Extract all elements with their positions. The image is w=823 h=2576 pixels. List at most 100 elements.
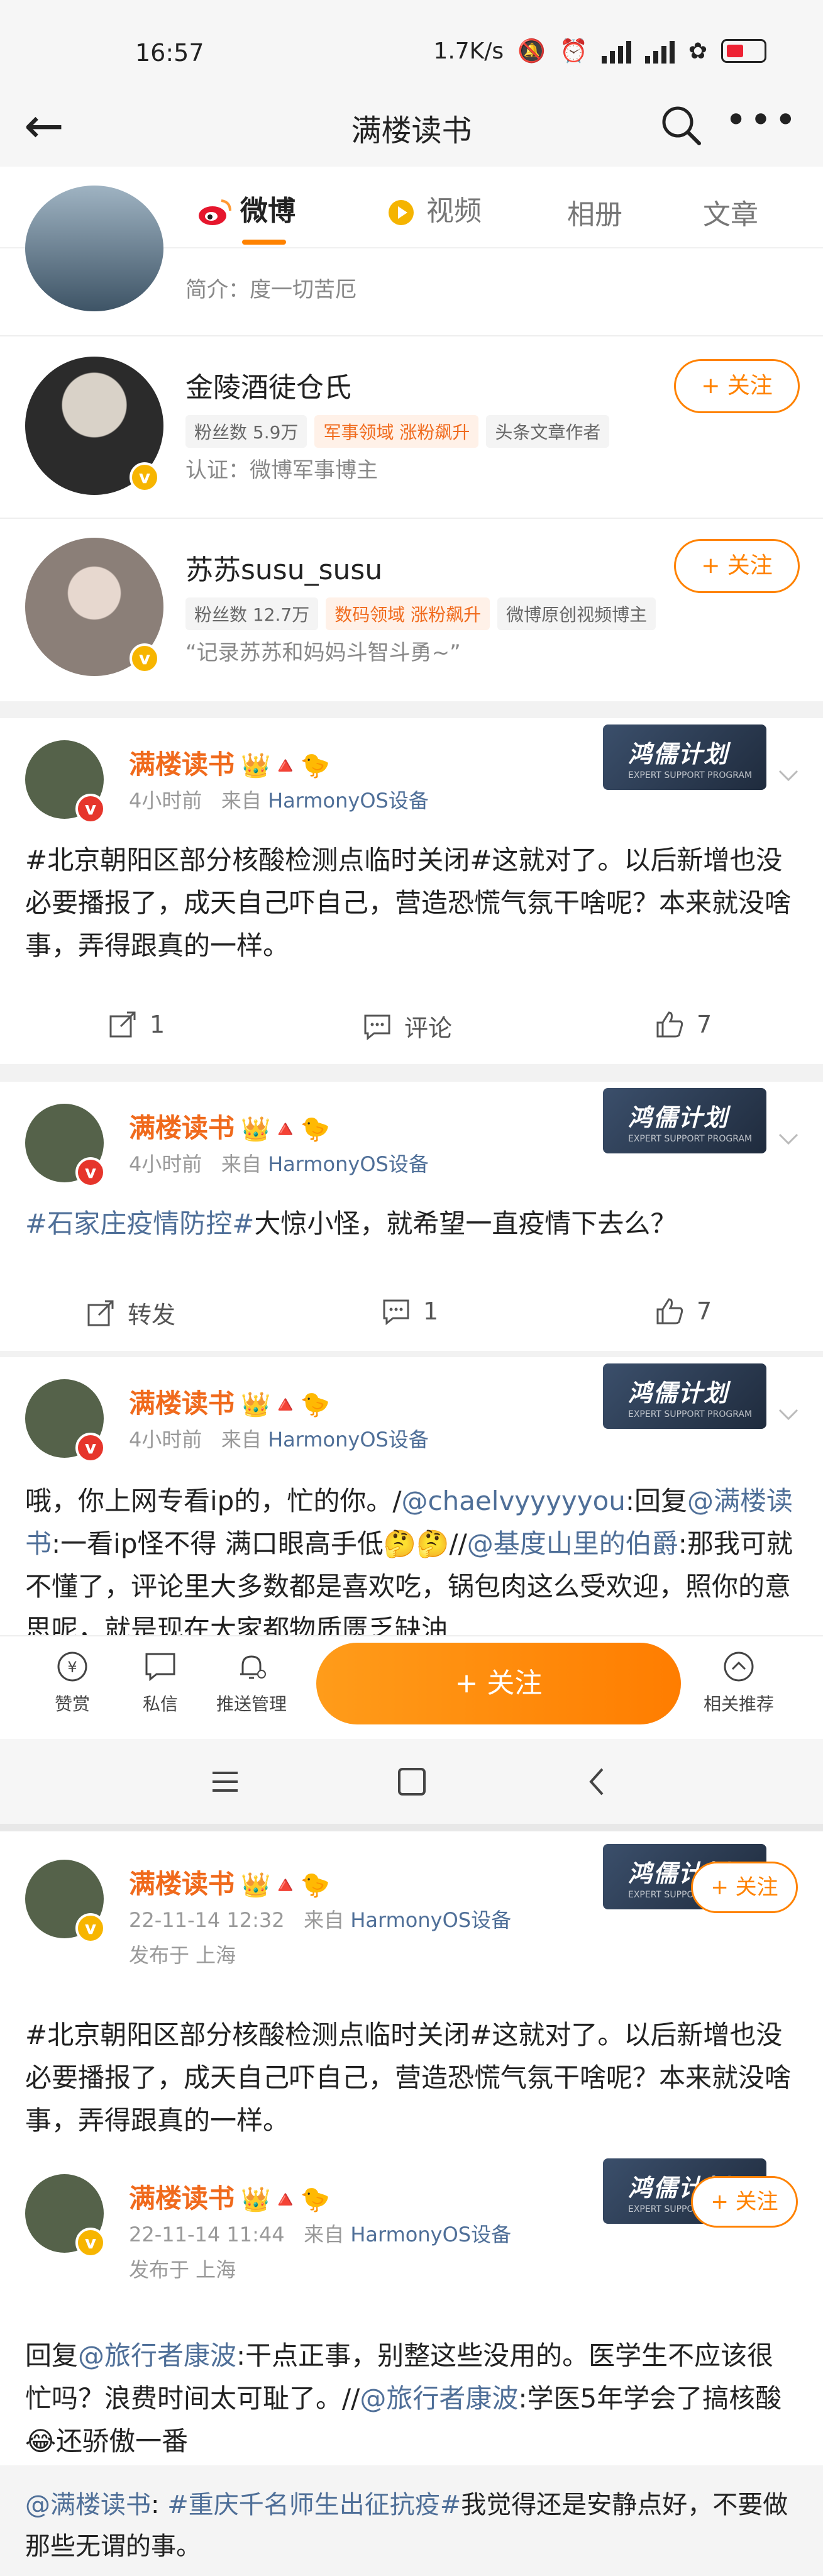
post-text: 回复@旅行者康波:干点正事，别整这些没用的。医学生不应该很忙吗？浪费时间太可耻了…: [25, 2334, 798, 2463]
post-body: 回复: [25, 2340, 79, 2371]
post-source[interactable]: HarmonyOS设备: [350, 1908, 511, 1932]
mention-link[interactable]: @chaelvyyyyyou: [401, 1485, 625, 1516]
thumbs-up-icon: [656, 1011, 683, 1038]
repost-button[interactable]: 转发: [85, 1296, 175, 1330]
follow-main-button[interactable]: + 关注: [316, 1643, 681, 1724]
status-time: 16:57: [135, 39, 204, 67]
signal-icon: [601, 38, 631, 64]
verified-badge-icon: v: [75, 1913, 106, 1943]
topic-tag[interactable]: #重庆千名师生出征抗疫#: [167, 2490, 461, 2519]
tab-weibo[interactable]: 微博: [196, 188, 296, 228]
user-verification: 认证：微博军事博主: [185, 458, 378, 483]
domain-chip: 军事领域 涨粉飙升: [314, 415, 479, 448]
search-icon[interactable]: [656, 101, 707, 151]
post-meta: 4小时前 来自 HarmonyOS设备: [129, 1424, 429, 1453]
mention-link[interactable]: @基度山里的伯爵: [467, 1528, 678, 1559]
more-icon[interactable]: •••: [725, 98, 799, 142]
system-nav-bar: [0, 1739, 823, 1824]
like-button[interactable]: 7: [654, 1296, 712, 1327]
post-text: #石家庄疫情防控#大惊小怪，就希望一直疫情下去么？: [25, 1202, 798, 1245]
like-button[interactable]: 7: [654, 1009, 712, 1040]
like-count: 7: [697, 1297, 712, 1325]
weibo-post[interactable]: v 满楼读书 👑🔺🐤 4小时前 来自 HarmonyOS设备 鸿儒计划 EXPERT…: [0, 718, 823, 1064]
member-emoji-icons: 👑🔺🐤: [241, 752, 330, 779]
related-button[interactable]: 相关推荐: [692, 1649, 786, 1716]
post-actions: 1 评论 7: [0, 995, 823, 1058]
mention-link[interactable]: @满楼读书: [25, 2490, 151, 2519]
domain-chip: 数码领域 涨粉飙升: [326, 597, 490, 630]
thumbs-up-icon: [656, 1298, 683, 1324]
app-icon: ✿: [688, 38, 707, 64]
chevron-down-icon[interactable]: [776, 762, 801, 787]
follow-button[interactable]: + 关注: [674, 539, 800, 593]
mention-link[interactable]: @旅行者康波: [78, 2340, 236, 2371]
message-button[interactable]: 私信: [113, 1649, 207, 1716]
push-settings-button[interactable]: 推送管理: [204, 1649, 299, 1716]
reward-label: 赞赏: [54, 1694, 90, 1714]
follow-button[interactable]: + 关注: [691, 2176, 798, 2228]
weibo-post[interactable]: v 满楼读书 👑🔺🐤 4小时前 来自 HarmonyOS设备 鸿儒计划 EXPERT…: [0, 1082, 823, 1351]
tab-album[interactable]: 相册: [567, 192, 622, 232]
chevron-down-icon[interactable]: [776, 1126, 801, 1151]
author-name[interactable]: 满楼读书 👑🔺🐤: [129, 1863, 330, 1901]
post-source[interactable]: HarmonyOS设备: [268, 1428, 429, 1452]
post-meta: 4小时前 来自 HarmonyOS设备: [129, 1148, 429, 1177]
back-icon[interactable]: [580, 1764, 615, 1799]
verified-badge-icon: v: [75, 2228, 106, 2258]
topic-tag[interactable]: #石家庄疫情防控#: [25, 1208, 254, 1239]
svg-text:¥: ¥: [67, 1658, 77, 1676]
tab-article[interactable]: 文章: [703, 192, 758, 232]
follow-button[interactable]: + 关注: [691, 1862, 798, 1913]
post-from: 来自: [221, 1428, 262, 1452]
user-card[interactable]: 简介：度一切苦厄: [0, 186, 823, 336]
forwarded-original[interactable]: @满楼读书: #重庆千名师生出征抗疫#我觉得还是安静点好，不要做那些无谓的事。: [0, 2465, 823, 2576]
comment-count: 1: [423, 1297, 439, 1325]
post-from: 来自: [221, 789, 262, 813]
user-card[interactable]: v 苏苏susu_susu 粉丝数 12.7万 数码领域 涨粉飙升 微博原创视频…: [0, 519, 823, 701]
post-source[interactable]: HarmonyOS设备: [350, 2223, 511, 2246]
post-text: #北京朝阳区部分核酸检测点临时关闭#这就对了。以后新增也没必要播报了，成天自己吓…: [25, 2019, 792, 2136]
post-time: 22-11-14 11:44: [129, 2223, 285, 2246]
home-icon[interactable]: [394, 1764, 429, 1799]
comment-button[interactable]: 1: [380, 1296, 438, 1327]
fans-chip: 粉丝数 12.7万: [185, 597, 319, 630]
chevron-down-icon[interactable]: [776, 1401, 801, 1426]
post-source[interactable]: HarmonyOS设备: [268, 789, 429, 813]
repost-icon: [87, 1300, 114, 1326]
role-chip: 微博原创视频博主: [497, 597, 656, 630]
badge-title: 鸿儒计划: [628, 1104, 729, 1131]
message-icon: [145, 1653, 175, 1682]
author-name-text: 满楼读书: [129, 1113, 235, 1143]
tab-video-label: 视频: [426, 195, 482, 227]
expert-program-badge: 鸿儒计划 EXPERT SUPPORT PROGRAM: [603, 724, 766, 790]
user-card[interactable]: v 金陵酒徒仓氏 粉丝数 5.9万 军事领域 涨粉飙升 头条文章作者 认证：微博…: [0, 336, 823, 519]
badge-subtitle: EXPERT SUPPORT PROGRAM: [628, 770, 753, 780]
reward-icon: ¥: [57, 1652, 87, 1682]
section-divider: [0, 1351, 823, 1357]
post-source[interactable]: HarmonyOS设备: [268, 1152, 429, 1176]
menu-icon[interactable]: [207, 1764, 243, 1799]
repost-button[interactable]: 1: [107, 1009, 165, 1040]
post-text: 哦，你上网专看ip的，忙的你。/@chaelvyyyyyou:回复@满楼读书:一…: [25, 1480, 798, 1635]
follow-button[interactable]: + 关注: [674, 359, 800, 413]
badge-subtitle: EXPERT SUPPORT PROGRAM: [628, 1134, 753, 1144]
tab-video[interactable]: 视频: [382, 188, 482, 228]
author-name[interactable]: 满楼读书 👑🔺🐤: [129, 1107, 330, 1145]
like-count: 7: [697, 1011, 712, 1038]
mention-link[interactable]: @旅行者康波: [360, 2383, 518, 2414]
author-name[interactable]: 满楼读书 👑🔺🐤: [129, 1382, 330, 1421]
video-icon: [389, 200, 414, 225]
weibo-post[interactable]: v 满楼读书 👑🔺🐤 22-11-14 12:32 来自 HarmonyOS设备 …: [0, 1831, 823, 2146]
weibo-post[interactable]: v 满楼读书 👑🔺🐤 4小时前 来自 HarmonyOS设备 鸿儒计划 EXPERT…: [0, 1357, 823, 1635]
avatar: [25, 186, 163, 311]
repost-icon: [109, 1011, 136, 1038]
post-body: 大惊小怪，就希望一直疫情下去么？: [254, 1208, 677, 1239]
comment-button[interactable]: 评论: [362, 1009, 452, 1043]
member-emoji-icons: 👑🔺🐤: [241, 1871, 330, 1899]
post-meta: 22-11-14 11:44 来自 HarmonyOS设备: [129, 2219, 511, 2248]
author-name[interactable]: 满楼读书 👑🔺🐤: [129, 2177, 330, 2216]
weibo-post[interactable]: v 满楼读书 👑🔺🐤 22-11-14 11:44 来自 HarmonyOS设备 …: [0, 2146, 823, 2465]
expert-program-badge: 鸿儒计划 EXPERT SUPPORT PROGRAM: [603, 1088, 766, 1153]
author-name[interactable]: 满楼读书 👑🔺🐤: [129, 743, 330, 782]
reward-button[interactable]: ¥ 赞赏: [25, 1649, 119, 1716]
